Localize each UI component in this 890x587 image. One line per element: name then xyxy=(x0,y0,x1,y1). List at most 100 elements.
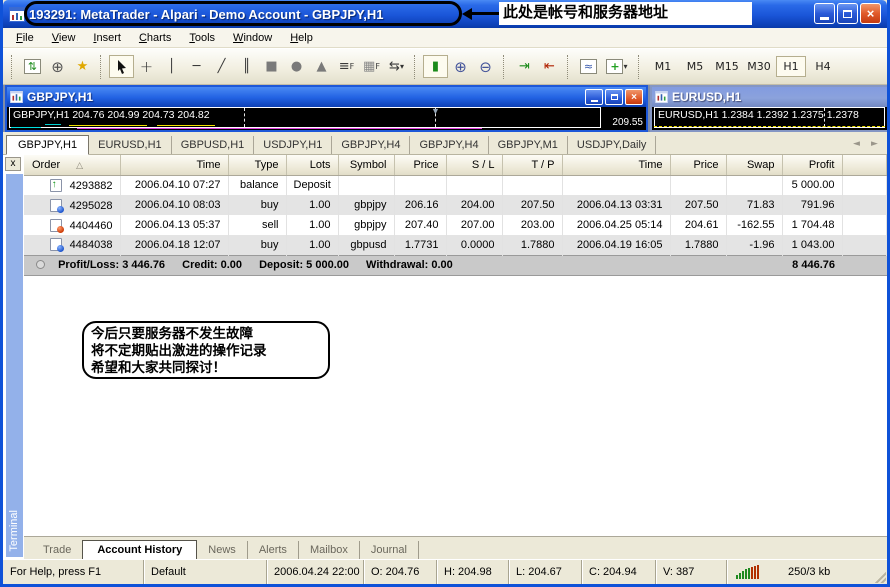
tab-scroll-right-icon[interactable]: ► xyxy=(866,136,883,152)
column-header-price[interactable]: Price xyxy=(394,155,447,176)
chart-tab-gbpjpy-h4-2[interactable]: GBPJPY,H4 xyxy=(410,136,489,154)
toolbar-grip[interactable] xyxy=(567,54,573,79)
chart-area-eurusd[interactable]: EURUSD,H1 1.2384 1.2392 1.2375 1.2378 xyxy=(652,107,887,130)
indicator-yellow-dashed xyxy=(654,126,885,127)
column-header-close-price[interactable]: Price xyxy=(670,155,727,176)
terminal-close-button[interactable]: x xyxy=(5,157,21,171)
indicator-magenta xyxy=(77,128,482,129)
column-header-sl[interactable]: S / L xyxy=(446,155,503,176)
chart-window-gbpjpy[interactable]: GBPJPY,H1 × GBPJPY,H1 204.76 204.99 204.… xyxy=(5,85,648,132)
terminal-side-strip[interactable]: Terminal xyxy=(5,173,24,558)
menu-window[interactable]: Window xyxy=(224,30,281,46)
chart-shift-icon[interactable]: ⇤ xyxy=(537,55,562,78)
menu-file[interactable]: File xyxy=(7,30,43,46)
column-header-type[interactable]: Type xyxy=(228,155,287,176)
ellipse-icon[interactable]: ● xyxy=(284,55,309,78)
tab-trade[interactable]: Trade xyxy=(32,541,82,559)
toolbar-grip[interactable] xyxy=(638,54,644,79)
templates-icon[interactable]: ★ xyxy=(70,55,95,78)
chart-tab-usdjpy-daily[interactable]: USDJPY,Daily xyxy=(568,136,657,154)
column-header-tp[interactable]: T / P xyxy=(502,155,563,176)
tab-news[interactable]: News xyxy=(197,541,248,559)
chart-tab-gbpjpy-m1[interactable]: GBPJPY,M1 xyxy=(489,136,568,154)
titlebar[interactable]: 193291: MetaTrader - Alpari - Demo Accou… xyxy=(3,0,887,28)
close-button[interactable]: × xyxy=(860,3,881,24)
history-row-order[interactable]: 4404460 2006.04.13 05:37 sell 1.00 gbpjp… xyxy=(24,215,887,235)
chart-tab-eurusd-h1[interactable]: EURUSD,H1 xyxy=(89,136,172,154)
column-header-open-time[interactable]: Time xyxy=(120,155,229,176)
add-indicator-icon[interactable]: + ▾ xyxy=(601,55,633,78)
cycle-lines-icon[interactable]: ⇆ ▾ xyxy=(384,55,409,78)
minimize-button[interactable] xyxy=(814,3,835,24)
vertical-line-icon[interactable]: │ xyxy=(159,55,184,78)
summary-deposit: Deposit: 5 000.00 xyxy=(259,259,349,271)
restore-button[interactable] xyxy=(837,3,858,24)
chart-tab-usdjpy-h1[interactable]: USDJPY,H1 xyxy=(254,136,333,154)
market-watch-icon[interactable]: ⊕ xyxy=(45,55,70,78)
zoom-in-icon[interactable]: ⊕ xyxy=(448,55,473,78)
fibonacci-grid-icon[interactable]: ▦ F xyxy=(359,55,384,78)
column-header-swap[interactable]: Swap xyxy=(726,155,783,176)
timeframe-m5-button[interactable]: M5 xyxy=(680,56,710,77)
toolbar: ⇅ ⊕ ★ + │ ─ ╱ ║ ■ ● ▲ ≡ F ▦ F ⇆ ▾ ▮ ⊕ ⊖ ⇥ ⇤… xyxy=(3,48,887,85)
toolbar-grip[interactable] xyxy=(503,54,509,79)
chart-tab-gbpjpy-h4[interactable]: GBPJPY,H4 xyxy=(332,136,411,154)
chart-window-eurusd[interactable]: EURUSD,H1 EURUSD,H1 1.2384 1.2392 1.2375… xyxy=(650,85,887,132)
tab-journal[interactable]: Journal xyxy=(360,541,419,559)
tab-account-history[interactable]: Account History xyxy=(82,540,198,560)
chart-window-gbpjpy-titlebar[interactable]: GBPJPY,H1 × xyxy=(7,87,646,107)
indicators-icon[interactable]: ≈ xyxy=(576,55,601,78)
summary-credit: Credit: 0.00 xyxy=(182,259,243,271)
triangle-icon[interactable]: ▲ xyxy=(309,55,334,78)
timeframe-h1-button[interactable]: H1 xyxy=(776,56,806,77)
crosshair-icon[interactable]: + xyxy=(134,55,159,78)
column-header-symbol[interactable]: Symbol xyxy=(338,155,395,176)
metatrader-window: 193291: MetaTrader - Alpari - Demo Accou… xyxy=(0,0,890,587)
menu-tools[interactable]: Tools xyxy=(180,30,224,46)
rectangle-icon[interactable]: ■ xyxy=(259,55,284,78)
tab-mailbox[interactable]: Mailbox xyxy=(299,541,360,559)
column-header-profit[interactable]: Profit xyxy=(782,155,843,176)
statusbar: For Help, press F1 Default 2006.04.24 22… xyxy=(3,559,887,584)
timeframe-h4-button[interactable]: H4 xyxy=(808,56,838,77)
timeframe-m30-button[interactable]: M30 xyxy=(744,56,774,77)
chart-minimize-button[interactable] xyxy=(585,89,603,105)
toolbar-grip[interactable] xyxy=(414,54,420,79)
column-header-order[interactable]: Order △ xyxy=(24,155,121,176)
summary-profit-loss: Profit/Loss: 3 446.76 xyxy=(58,259,166,271)
toolbar-grip[interactable] xyxy=(100,54,106,79)
history-row-order[interactable]: 4295028 2006.04.10 08:03 buy 1.00 gbpjpy… xyxy=(24,195,887,215)
tab-scroll-left-icon[interactable]: ◄ xyxy=(848,136,865,152)
toolbar-grip[interactable] xyxy=(11,54,17,79)
new-chart-icon[interactable]: ⇅ xyxy=(20,55,45,78)
chart-area-gbpjpy[interactable]: GBPJPY,H1 204.76 204.99 204.73 204.82 ▼ … xyxy=(7,107,646,130)
menu-insert[interactable]: Insert xyxy=(84,30,130,46)
tab-alerts[interactable]: Alerts xyxy=(248,541,299,559)
chart-restore-button[interactable] xyxy=(605,89,623,105)
chart-close-button[interactable]: × xyxy=(625,89,643,105)
chart-window-title: EURUSD,H1 xyxy=(672,90,742,104)
channel-icon[interactable]: ║ xyxy=(234,55,259,78)
menu-charts[interactable]: Charts xyxy=(130,30,180,46)
zoom-out-icon[interactable]: ⊖ xyxy=(473,55,498,78)
status-profile[interactable]: Default xyxy=(143,560,266,584)
history-row-order[interactable]: 4484038 2006.04.18 12:07 buy 1.00 gbpusd… xyxy=(24,235,887,255)
timeframe-m1-button[interactable]: M1 xyxy=(648,56,678,77)
candlestick-chart-icon[interactable]: ▮ xyxy=(423,55,448,78)
timeframe-m15-button[interactable]: M15 xyxy=(712,56,742,77)
chart-tab-gbpusd-h1[interactable]: GBPUSD,H1 xyxy=(172,136,255,154)
deposit-icon xyxy=(49,178,62,192)
cursor-icon[interactable] xyxy=(109,55,134,78)
column-header-stub xyxy=(842,155,887,176)
menu-help[interactable]: Help xyxy=(281,30,322,46)
trendline-icon[interactable]: ╱ xyxy=(209,55,234,78)
fibonacci-icon[interactable]: ≡ F xyxy=(334,55,359,78)
column-header-close-time[interactable]: Time xyxy=(562,155,671,176)
history-row-balance[interactable]: 4293882 2006.04.10 07:27 balance Deposit… xyxy=(24,175,887,195)
column-header-lots[interactable]: Lots xyxy=(286,155,339,176)
horizontal-line-icon[interactable]: ─ xyxy=(184,55,209,78)
auto-scroll-icon[interactable]: ⇥ xyxy=(512,55,537,78)
chart-tab-gbpjpy-h1[interactable]: GBPJPY,H1 xyxy=(6,135,90,155)
menu-view[interactable]: View xyxy=(43,30,85,46)
chart-window-eurusd-titlebar[interactable]: EURUSD,H1 xyxy=(652,87,887,107)
